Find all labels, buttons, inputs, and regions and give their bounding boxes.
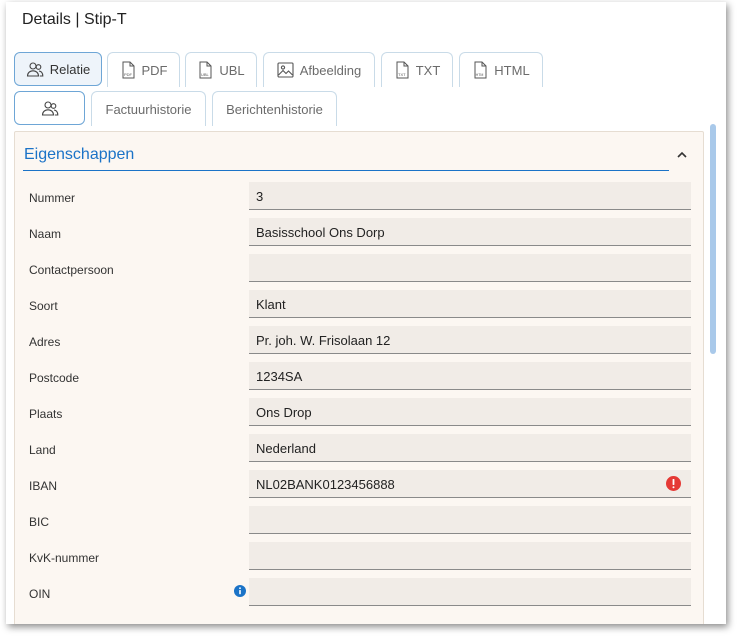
kvk-nummer-field[interactable] xyxy=(249,542,691,570)
field-row-nummer: Nummer 3 xyxy=(15,182,705,212)
field-label: Adres xyxy=(29,335,61,349)
tab-ubl[interactable]: UBL UBL xyxy=(185,52,257,87)
user-group-icon xyxy=(41,101,58,116)
svg-text:HTM: HTM xyxy=(476,73,484,77)
tab-label: UBL xyxy=(219,62,245,78)
tab-label: HTML xyxy=(494,62,530,78)
tab-label: PDF xyxy=(141,62,168,78)
svg-text:UBL: UBL xyxy=(201,72,210,77)
bic-field[interactable] xyxy=(249,506,691,534)
field-row-kvk: KvK-nummer xyxy=(15,542,705,572)
plaats-field[interactable]: Ons Drop xyxy=(249,398,691,426)
tab-label: Relatie xyxy=(49,61,91,77)
field-row-iban: IBAN NL02BANK0123456888 xyxy=(15,470,705,500)
adres-field[interactable]: Pr. joh. W. Frisolaan 12 xyxy=(249,326,691,354)
soort-field[interactable]: Klant xyxy=(249,290,691,318)
image-icon xyxy=(277,62,294,78)
tab-pdf[interactable]: PDF PDF xyxy=(107,52,180,87)
svg-text:TXT: TXT xyxy=(398,72,406,77)
svg-text:PDF: PDF xyxy=(124,72,133,77)
field-label: OIN xyxy=(29,587,51,601)
field-row-naam: Naam Basisschool Ons Dorp xyxy=(15,218,705,248)
tab-label: Afbeelding xyxy=(299,62,362,78)
user-group-icon xyxy=(26,62,44,77)
iban-field[interactable]: NL02BANK0123456888 xyxy=(249,470,691,498)
tab-html[interactable]: HTM HTML xyxy=(459,52,543,87)
field-label: Naam xyxy=(29,227,62,241)
field-row-postcode: Postcode 1234SA xyxy=(15,362,705,392)
properties-panel: Eigenschappen Nummer 3 Naam Basisschool … xyxy=(14,131,704,624)
field-label: KvK-nummer xyxy=(29,551,100,565)
field-row-adres: Adres Pr. joh. W. Frisolaan 12 xyxy=(15,326,705,356)
contactpersoon-field[interactable] xyxy=(249,254,691,282)
field-label: BIC xyxy=(29,515,50,529)
field-row-land: Land Nederland xyxy=(15,434,705,464)
vertical-scrollbar[interactable] xyxy=(710,124,716,354)
section-divider xyxy=(23,170,669,171)
details-window: Details | Stip-T Relatie PDF PDF UBL UBL xyxy=(6,2,726,624)
field-row-oin: OIN xyxy=(15,578,705,608)
field-row-soort: Soort Klant xyxy=(15,290,705,320)
field-label: Land xyxy=(29,443,56,457)
postcode-field[interactable]: 1234SA xyxy=(249,362,691,390)
field-label: IBAN xyxy=(29,479,58,493)
tab-label: Berichtenhistorie xyxy=(226,101,323,117)
field-label: Postcode xyxy=(29,371,80,385)
tab-factuurhistorie[interactable]: Factuurhistorie xyxy=(91,91,206,126)
chevron-up-icon[interactable] xyxy=(675,148,689,162)
field-row-bic: BIC xyxy=(15,506,705,536)
field-row-plaats: Plaats Ons Drop xyxy=(15,398,705,428)
nummer-field[interactable]: 3 xyxy=(249,182,691,210)
oin-field[interactable] xyxy=(249,578,691,606)
field-row-contactpersoon: Contactpersoon xyxy=(15,254,705,284)
field-label: Soort xyxy=(29,299,58,313)
field-label: Contactpersoon xyxy=(29,263,114,277)
ubl-file-icon: UBL xyxy=(199,61,212,79)
error-icon[interactable] xyxy=(666,476,681,491)
iban-value: NL02BANK0123456888 xyxy=(256,477,395,492)
pdf-file-icon: PDF xyxy=(122,61,134,79)
txt-file-icon: TXT xyxy=(396,61,409,79)
tab-label: TXT xyxy=(415,62,441,78)
tab-label: Factuurhistorie xyxy=(105,101,192,117)
info-icon[interactable] xyxy=(234,585,246,597)
tab-berichtenhistorie[interactable]: Berichtenhistorie xyxy=(212,91,337,126)
tab-afbeelding[interactable]: Afbeelding xyxy=(263,52,375,87)
field-label: Plaats xyxy=(29,407,63,421)
field-label: Nummer xyxy=(29,191,76,205)
section-title: Eigenschappen xyxy=(24,146,135,163)
window-title: Details | Stip-T xyxy=(22,11,127,28)
tab-relatie[interactable]: Relatie xyxy=(14,52,102,86)
land-field[interactable]: Nederland xyxy=(249,434,691,462)
tab-txt[interactable]: TXT TXT xyxy=(381,52,453,87)
tab-relation-details[interactable] xyxy=(14,91,85,125)
html-file-icon: HTM xyxy=(474,61,487,79)
naam-field[interactable]: Basisschool Ons Dorp xyxy=(249,218,691,246)
